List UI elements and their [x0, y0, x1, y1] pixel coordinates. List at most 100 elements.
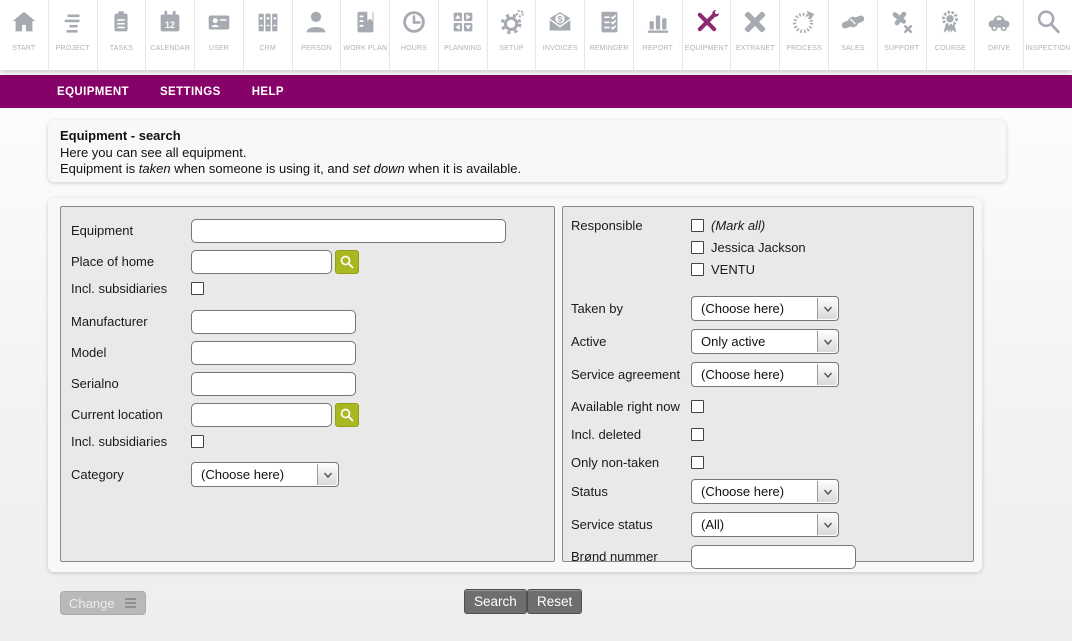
toolbar-item-hours[interactable]: HOURS [390, 0, 439, 70]
responsible-option-jessica-jackson[interactable]: Jessica Jackson [691, 240, 806, 255]
mark-all-checkbox[interactable] [691, 219, 704, 232]
responsible-label: Responsible [571, 218, 691, 277]
toolbar-item-person[interactable]: PERSON [293, 0, 342, 70]
active-select-value: Only active [701, 334, 765, 349]
current-location-lookup-button[interactable] [335, 403, 359, 427]
toolbar-item-support[interactable]: SUPPORT [878, 0, 927, 70]
process-cycle-icon [789, 5, 819, 39]
responsible-option-mark-all[interactable]: (Mark all) [691, 218, 806, 233]
equipment-input[interactable] [191, 219, 506, 243]
toolbar-item-start[interactable]: START [0, 0, 49, 70]
chevron-down-icon [817, 364, 837, 385]
serialno-input[interactable] [191, 372, 356, 396]
chevron-down-icon [817, 298, 837, 319]
toolbar-item-label: PROCESS [786, 45, 822, 52]
change-button[interactable]: Change [60, 591, 146, 615]
toolbar-item-label: COURSE [935, 45, 966, 52]
toolbar-item-work-plan[interactable]: WORK PLAN [341, 0, 390, 70]
support-tool-icon [887, 5, 917, 39]
page-title: Equipment - search [60, 128, 994, 145]
toolbar-item-planning[interactable]: PLANNING [439, 0, 488, 70]
incl-subsidiaries2-checkbox[interactable] [191, 435, 204, 448]
toolbar-item-course[interactable]: COURSE [927, 0, 976, 70]
invoice-envelope-icon: $ [545, 5, 575, 39]
toolbar-item-label: PERSON [301, 45, 332, 52]
home-icon [9, 5, 39, 39]
taken-by-select-value: (Choose here) [701, 301, 784, 316]
toolbar-item-drive[interactable]: DRIVE [975, 0, 1024, 70]
category-select[interactable]: (Choose here) [191, 462, 339, 487]
page-content: Equipment - search Here you can see all … [0, 108, 1072, 641]
active-label: Active [571, 334, 691, 349]
responsible-option-ventu[interactable]: VENTU [691, 262, 806, 277]
available-right-now-checkbox[interactable] [691, 400, 704, 413]
toolbar-item-label: CRM [259, 45, 276, 52]
toolbar-item-report[interactable]: REPORT [634, 0, 683, 70]
toolbar-item-equipment[interactable]: EQUIPMENT [683, 0, 732, 70]
toolbar-item-setup[interactable]: SETUP [488, 0, 537, 70]
toolbar-item-project[interactable]: PROJECT [49, 0, 98, 70]
equipment-tools-icon [692, 5, 722, 39]
toolbar-item-process[interactable]: PROCESS [780, 0, 829, 70]
project-lines-icon [58, 5, 88, 39]
toolbar-item-label: HOURS [401, 45, 427, 52]
toolbar-item-label: WORK PLAN [343, 45, 387, 52]
incl-subsidiaries2-label: Incl. subsidiaries [71, 434, 191, 449]
toolbar-item-tasks[interactable]: TASKS [98, 0, 147, 70]
service-agreement-select[interactable]: (Choose here) [691, 362, 839, 387]
toolbar-item-reminder[interactable]: REMINDER [585, 0, 634, 70]
toolbar-item-label: START [12, 45, 35, 52]
active-select[interactable]: Only active [691, 329, 839, 354]
ventu-checkbox[interactable] [691, 263, 704, 276]
toolbar-item-crm[interactable]: CRM [244, 0, 293, 70]
status-select[interactable]: (Choose here) [691, 479, 839, 504]
place-of-home-lookup-button[interactable] [335, 250, 359, 274]
toolbar-item-label: USER [209, 45, 229, 52]
only-non-taken-label: Only non-taken [571, 455, 691, 470]
toolbar-item-label: REPORT [643, 45, 673, 52]
taken-by-label: Taken by [571, 301, 691, 316]
brond-nummer-input[interactable] [691, 545, 856, 569]
incl-deleted-checkbox[interactable] [691, 428, 704, 441]
toolbar-item-extranet[interactable]: EXTRANET [731, 0, 780, 70]
manufacturer-input[interactable] [191, 310, 356, 334]
magnifier-icon [1033, 5, 1063, 39]
menu-bar: EQUIPMENT SETTINGS HELP [0, 75, 1072, 108]
checklist-icon [594, 5, 624, 39]
place-of-home-input[interactable] [191, 250, 332, 274]
service-status-select[interactable]: (All) [691, 512, 839, 537]
page-subtitle: Here you can see all equipment. [60, 145, 994, 162]
incl-subsidiaries-checkbox[interactable] [191, 282, 204, 295]
chevron-down-icon [817, 514, 837, 535]
menu-item-help[interactable]: HELP [252, 86, 284, 98]
jessica-jackson-checkbox[interactable] [691, 241, 704, 254]
toolbar-item-label: SUPPORT [884, 45, 919, 52]
model-input[interactable] [191, 341, 356, 365]
toolbar-item-calendar[interactable]: 12 CALENDAR [146, 0, 195, 70]
current-location-input[interactable] [191, 403, 332, 427]
menu-item-settings[interactable]: SETTINGS [160, 86, 221, 98]
clipboard-icon [106, 5, 136, 39]
toolbar-item-user[interactable]: USER [195, 0, 244, 70]
search-panel-left: Equipment Place of home Incl. subsidiari… [60, 206, 555, 562]
svg-text:$: $ [558, 14, 563, 24]
manufacturer-label: Manufacturer [71, 314, 191, 329]
toolbar-item-sales[interactable]: SALES [829, 0, 878, 70]
service-agreement-select-value: (Choose here) [701, 367, 784, 382]
toolbar-item-inspection[interactable]: INSPECTION [1024, 0, 1072, 70]
reset-button[interactable]: Reset [527, 589, 582, 614]
car-icon [984, 5, 1014, 39]
taken-by-select[interactable]: (Choose here) [691, 296, 839, 321]
clock-icon [399, 5, 429, 39]
menu-item-equipment[interactable]: EQUIPMENT [57, 86, 129, 98]
current-location-label: Current location [71, 407, 191, 422]
chevron-down-icon [817, 331, 837, 352]
only-non-taken-checkbox[interactable] [691, 456, 704, 469]
toolbar-item-invoices[interactable]: $ INVOICES [536, 0, 585, 70]
toolbar-item-label: DRIVE [988, 45, 1010, 52]
toolbar-item-label: EXTRANET [736, 45, 775, 52]
place-of-home-label: Place of home [71, 254, 191, 269]
svg-text:12: 12 [165, 20, 175, 30]
id-card-icon [204, 5, 234, 39]
search-button[interactable]: Search [464, 589, 527, 614]
